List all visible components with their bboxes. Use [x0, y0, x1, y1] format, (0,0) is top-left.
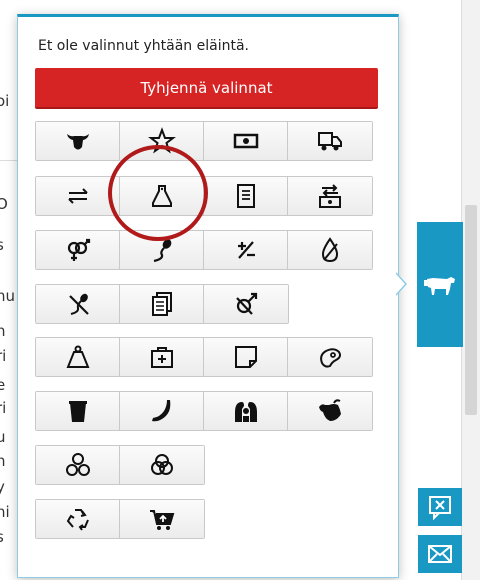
- filter-money-transfer-button[interactable]: [288, 177, 372, 215]
- filter-star-button[interactable]: [120, 122, 204, 160]
- star-icon: [147, 127, 176, 154]
- background-text: ri: [0, 399, 7, 417]
- feedback-button[interactable]: [418, 488, 462, 526]
- bucket-icon: [68, 401, 87, 422]
- background-text: y: [0, 478, 5, 496]
- envelope-icon: [428, 545, 452, 563]
- filter-plus-minus-button[interactable]: [204, 231, 288, 269]
- filter-note-button[interactable]: [204, 338, 288, 376]
- background-text: O: [0, 195, 8, 213]
- drop-slash-icon: [321, 237, 339, 263]
- filter-health-button[interactable]: [120, 338, 204, 376]
- background-text: oi: [0, 92, 10, 110]
- filter-milk-button[interactable]: [36, 392, 120, 430]
- bull-head-icon: [319, 399, 341, 421]
- filter-family-button[interactable]: [204, 392, 288, 430]
- filter-recycle-button[interactable]: [36, 500, 120, 538]
- first-aid-icon: [150, 347, 173, 368]
- sperm-icon: [153, 239, 171, 263]
- icon-button-group: [35, 499, 205, 539]
- icon-button-group: [35, 230, 373, 270]
- feedback-icon: [429, 496, 451, 520]
- gender-icon: [67, 238, 90, 261]
- filter-weight-button[interactable]: [36, 338, 120, 376]
- filter-cart-button[interactable]: [120, 500, 204, 538]
- sperm-slash-icon: [68, 293, 89, 315]
- filter-money-button[interactable]: [204, 122, 288, 160]
- popover-pointer-fill: [396, 274, 405, 294]
- family-icon: [234, 402, 257, 422]
- truck-icon: [318, 132, 342, 151]
- weight-icon: [66, 345, 89, 368]
- icon-button-group: [35, 337, 373, 377]
- filter-transfer-button[interactable]: [36, 177, 120, 215]
- money-exchange-icon: [319, 184, 341, 208]
- icon-button-group: [35, 391, 373, 431]
- background-text: u: [0, 428, 6, 446]
- money-icon: [233, 133, 258, 149]
- filter-dry-button[interactable]: [288, 231, 372, 269]
- filter-documents-button[interactable]: [120, 285, 204, 323]
- icon-button-group: [35, 121, 373, 161]
- transfer-arrows-icon: [67, 188, 88, 204]
- scrollbar-thumb[interactable]: [465, 205, 477, 415]
- icon-button-group: [35, 176, 373, 216]
- plus-minus-icon: [237, 241, 255, 259]
- icon-button-group: [35, 445, 205, 485]
- ear-tag-icon: [151, 185, 172, 207]
- filter-overlap-button[interactable]: [120, 446, 204, 484]
- filter-cow-button[interactable]: [36, 122, 120, 160]
- overlap-circles-icon: [151, 454, 173, 475]
- document-icon: [236, 184, 255, 208]
- note-icon: [234, 346, 257, 368]
- filter-document-button[interactable]: [204, 177, 288, 215]
- cow-icon: [424, 276, 455, 295]
- documents-icon: [151, 292, 172, 316]
- message-button[interactable]: [418, 535, 462, 573]
- recycle-icon: [66, 509, 89, 531]
- background-text: e: [0, 376, 6, 394]
- filter-bull-button[interactable]: [288, 392, 372, 430]
- three-circles-icon: [65, 453, 90, 476]
- background-text: nu: [0, 287, 16, 305]
- cart-icon: [150, 510, 175, 530]
- filter-gender-button[interactable]: [36, 231, 120, 269]
- icon-button-group: [35, 284, 289, 324]
- filter-transport-button[interactable]: [288, 122, 372, 160]
- clear-selections-button[interactable]: Tyhjennä valinnat: [35, 68, 378, 109]
- background-text: n: [0, 452, 6, 470]
- background-text: s: [0, 236, 4, 254]
- background-text: ni: [0, 503, 10, 521]
- male-slash-icon: [236, 292, 258, 315]
- selection-info-text: Et ole valinnut yhtään eläintä.: [38, 38, 249, 54]
- page-scrollbar[interactable]: [461, 0, 480, 580]
- filter-meat-button[interactable]: [288, 338, 372, 376]
- cow-head-icon: [66, 134, 89, 150]
- background-text: s: [0, 528, 4, 546]
- filter-horn-button[interactable]: [120, 392, 204, 430]
- animal-panel-tab[interactable]: [417, 222, 463, 347]
- filter-no-male-button[interactable]: [204, 285, 288, 323]
- background-text: ri: [0, 347, 7, 365]
- meat-icon: [320, 348, 341, 368]
- horn-icon: [151, 400, 170, 422]
- filter-insemination-button[interactable]: [120, 231, 204, 269]
- filter-group-button[interactable]: [36, 446, 120, 484]
- background-text: n: [0, 322, 6, 340]
- filter-ear-tag-button[interactable]: [120, 177, 204, 215]
- filter-no-insemination-button[interactable]: [36, 285, 120, 323]
